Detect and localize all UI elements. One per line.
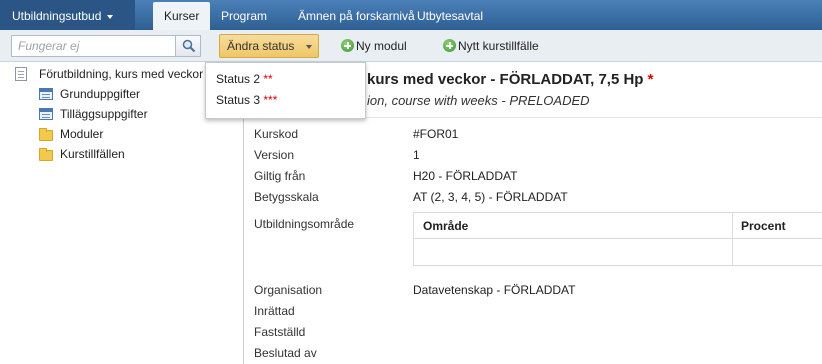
chevron-down-icon: [107, 14, 114, 19]
tab-kurser[interactable]: Kurser: [153, 2, 211, 32]
folder-icon: [39, 128, 53, 141]
new-instance-label: Nytt kurstillfälle: [458, 39, 539, 53]
tab-program[interactable]: Program: [210, 0, 278, 30]
field-value-giltig: H20 - FÖRLADDAT: [413, 169, 518, 183]
required-marker: *: [647, 71, 654, 88]
main-menu-label: Utbildningsutbud: [12, 9, 102, 23]
column-separator: [732, 213, 733, 265]
menu-item-status-2[interactable]: Status 2 **: [216, 72, 273, 86]
search-placeholder: Fungerar ej: [18, 39, 80, 53]
main-menu-dropdown[interactable]: Utbildningsutbud: [0, 0, 135, 30]
tab-utbytesavtal[interactable]: Utbytesavtal: [406, 0, 494, 30]
menu-item-label: Status 3: [216, 93, 261, 107]
field-label-kurskod: Kurskod: [254, 127, 299, 141]
folder-icon: [39, 148, 53, 161]
search-input[interactable]: Fungerar ej: [11, 35, 175, 57]
tree-item-label: Grunduppgifter: [60, 87, 141, 101]
tree-item-label: Förutbildning, kurs med veckor: [39, 67, 204, 81]
field-label-giltig: Giltig från: [254, 169, 306, 183]
toolbar: Fungerar ej Ändra status Ny modul Nytt k…: [0, 30, 822, 62]
column-header-omrade: Område: [423, 219, 469, 233]
field-label-betygsskala: Betygsskala: [254, 190, 319, 204]
menu-item-status-3[interactable]: Status 3 ***: [216, 93, 277, 107]
status-marker: **: [263, 72, 273, 86]
search-icon: [182, 39, 196, 53]
top-nav-bar: Utbildningsutbud Kurser Program Ämnen på…: [0, 0, 822, 32]
course-subtitle: ion, course with weeks - PRELOADED: [367, 93, 590, 108]
table-header: Område Procent: [414, 213, 822, 239]
menu-item-label: Status 2: [216, 72, 261, 86]
field-label-organisation: Organisation: [254, 283, 323, 297]
tab-label: Kurser: [164, 9, 200, 23]
field-value-version: 1: [413, 148, 420, 162]
field-value-organisation: Datavetenskap - FÖRLADDAT: [413, 283, 576, 297]
tree-item-label: Moduler: [60, 127, 104, 141]
status-dropdown-menu: Status 2 ** Status 3 ***: [205, 62, 366, 119]
tab-label: Utbytesavtal: [417, 9, 484, 23]
field-label-inrattad: Inrättad: [254, 304, 295, 318]
document-icon: [15, 67, 27, 81]
new-module-button[interactable]: Ny modul: [341, 34, 407, 58]
change-status-label: Ändra status: [227, 39, 295, 53]
tab-label: Ämnen på forskarnivå: [298, 9, 415, 23]
new-course-instance-button[interactable]: Nytt kurstillfälle: [443, 34, 539, 58]
field-value-betygsskala: AT (2, 3, 4, 5) - FÖRLADDAT: [413, 190, 568, 204]
field-label-beslutad-av: Beslutad av: [254, 346, 317, 360]
page-title: kurs med veckor - FÖRLADDAT, 7,5 Hp *: [367, 71, 653, 88]
tree-item-label: Tilläggsuppgifter: [60, 107, 148, 121]
add-icon: [341, 39, 354, 52]
status-marker: ***: [263, 93, 278, 107]
new-module-label: Ny modul: [356, 39, 407, 53]
field-label-utbildningsomrade: Utbildningsområde: [254, 217, 355, 231]
field-value-kurskod: #FOR01: [413, 127, 459, 141]
field-label-faststalld: Fastställd: [254, 325, 306, 339]
search-button[interactable]: [175, 35, 201, 57]
form-icon: [39, 88, 53, 100]
field-label-version: Version: [254, 148, 295, 162]
form-icon: [39, 108, 53, 120]
add-icon: [443, 39, 456, 52]
change-status-button[interactable]: Ändra status: [219, 34, 319, 58]
education-area-table: Område Procent: [413, 212, 822, 266]
tree-item-label: Kurstillfällen: [60, 147, 125, 161]
course-title: kurs med veckor - FÖRLADDAT, 7,5 Hp: [367, 71, 644, 88]
tab-label: Program: [221, 9, 268, 23]
chevron-down-icon: [306, 45, 312, 49]
column-header-procent: Procent: [741, 219, 786, 233]
tab-amnen[interactable]: Ämnen på forskarnivå: [287, 0, 426, 30]
